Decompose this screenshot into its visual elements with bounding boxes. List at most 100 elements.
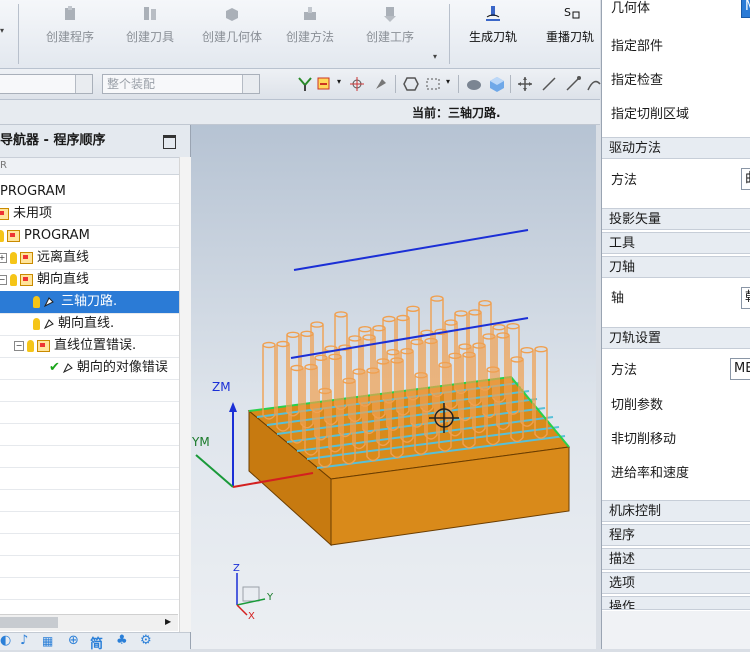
empty-row: [0, 511, 179, 534]
line-icon[interactable]: [540, 75, 558, 93]
specify-part[interactable]: 指定部件: [611, 38, 663, 56]
hexagon-select-icon[interactable]: [402, 75, 420, 93]
line-arrow-icon[interactable]: [564, 75, 582, 93]
section-drive-method[interactable]: 驱动方法: [602, 137, 750, 159]
cut-parameters[interactable]: 切削参数: [611, 397, 663, 415]
folder-icon: [37, 339, 50, 352]
tree-row[interactable]: − 朝向直线: [0, 269, 179, 292]
type-filter-combo[interactable]: [0, 74, 93, 94]
graphics-viewport[interactable]: ZM YM Z Y X: [191, 125, 596, 649]
current-operation-status: 当前：三轴刀路.: [412, 106, 501, 120]
status-bar: 当前：三轴刀路.: [0, 100, 600, 125]
empty-row: [0, 533, 179, 556]
navigator-title-bar: 导航器 - 程序顺序: [0, 125, 190, 158]
empty-row: [0, 445, 179, 468]
tree-row[interactable]: PROGRAM: [0, 181, 179, 204]
replay-toolpath-button[interactable]: S 重播刀轨: [538, 0, 600, 68]
tool-cap: [430, 295, 444, 302]
section-projection-vector[interactable]: 投影矢量: [602, 208, 750, 230]
role-icon[interactable]: ♣: [116, 633, 128, 648]
empty-row: [0, 489, 179, 512]
reuse-icon[interactable]: ♪: [20, 633, 28, 648]
section-tool[interactable]: 工具: [602, 232, 750, 254]
tree-row[interactable]: ✔ 朝向的对像错误: [0, 357, 179, 380]
section-options[interactable]: 选项: [602, 572, 750, 594]
tree-row-label: PROGRAM: [0, 184, 66, 199]
section-description[interactable]: 描述: [602, 548, 750, 570]
drive-method-label: 方法: [611, 173, 638, 188]
section-title: 描述: [609, 552, 636, 567]
create-method-button[interactable]: 创建方法: [274, 0, 346, 68]
tool-cap: [478, 299, 492, 307]
ym-label: YM: [192, 435, 210, 449]
generate-toolpath-button[interactable]: 生成刀轨: [458, 0, 528, 68]
collapse-icon[interactable]: −: [0, 274, 7, 285]
rectangle-select-icon[interactable]: [424, 75, 442, 93]
svg-text:S: S: [564, 6, 571, 19]
non-cutting-moves[interactable]: 非切削移动: [611, 431, 676, 449]
resource-bar: ◐ ♪ ▦ ⊕ 简 ♣ ⚙: [0, 632, 190, 652]
ribbon-dropdown-arrow[interactable]: ▾: [0, 26, 4, 35]
tree-row-label: 朝向的对像错误: [76, 360, 168, 375]
navigator-horizontal-scrollbar[interactable]: ▶: [0, 614, 178, 631]
triad-y-label: Y: [267, 592, 274, 603]
web-icon[interactable]: ⊕: [68, 633, 79, 648]
create-geometry-button[interactable]: 创建几何体: [192, 0, 272, 68]
section-tool-axis[interactable]: 刀轴: [602, 256, 750, 278]
snap-icon[interactable]: [296, 75, 314, 93]
triad-x-label: X: [248, 611, 255, 622]
pick-icon[interactable]: [372, 75, 390, 93]
section-path-settings[interactable]: 刀轨设置: [602, 327, 750, 349]
point-snap-icon[interactable]: [348, 75, 366, 93]
tree-row[interactable]: 未用项: [0, 203, 179, 226]
move-icon[interactable]: [516, 75, 534, 93]
tool-cap: [520, 346, 534, 354]
drive-method-select[interactable]: 曲: [741, 168, 750, 190]
maximize-icon[interactable]: [163, 135, 176, 149]
ym-axis: [195, 454, 234, 488]
template-icon[interactable]: 简: [90, 633, 103, 652]
view-triad: [236, 573, 266, 616]
shaded-icon[interactable]: [465, 75, 483, 93]
cube-view-icon[interactable]: [488, 75, 506, 93]
chevron-down-icon[interactable]: ▾: [337, 77, 341, 86]
assembly-filter-combo[interactable]: 整个装配: [102, 74, 260, 94]
create-geometry-icon: [226, 8, 238, 21]
history-icon[interactable]: ◐: [0, 633, 11, 648]
create-tool-button[interactable]: 创建刀具: [112, 0, 188, 68]
path-method-select[interactable]: ME: [730, 358, 750, 380]
collapse-icon[interactable]: −: [14, 340, 24, 351]
create-operation-button[interactable]: 创建工序: [352, 0, 428, 68]
settings-gear-icon[interactable]: ⚙: [140, 633, 152, 648]
create-program-button[interactable]: 创建程序: [32, 0, 108, 68]
expand-icon[interactable]: +: [0, 252, 7, 263]
section-title: 操作: [609, 600, 636, 610]
operation-dialog-panel: 几何体 MC 指定部件 指定检查 指定切削区域 驱动方法 方法 曲 投影矢量 工…: [601, 0, 750, 649]
tree-row[interactable]: − 直线位置错误.: [0, 335, 179, 358]
section-actions[interactable]: 操作: [602, 596, 750, 610]
specify-cut-area[interactable]: 指定切削区域: [611, 106, 689, 124]
chevron-down-icon[interactable]: ▾: [446, 77, 450, 86]
tree-row-selected[interactable]: 三轴刀路.: [0, 291, 179, 314]
section-machine-control[interactable]: 机床控制: [602, 500, 750, 522]
feeds-and-speeds[interactable]: 进给率和速度: [611, 465, 689, 483]
tree-row-label: 朝向直线.: [58, 316, 115, 331]
empty-row: [0, 577, 179, 600]
scroll-right-icon[interactable]: ▶: [165, 617, 171, 626]
tree-row[interactable]: PROGRAM: [0, 225, 179, 248]
empty-row: [0, 401, 179, 424]
ribbon-more-arrow[interactable]: ▾: [433, 52, 437, 61]
navigator-vertical-scrollbar[interactable]: [179, 157, 191, 632]
scroll-thumb[interactable]: [0, 617, 58, 628]
tree-row[interactable]: 朝向直线.: [0, 313, 179, 336]
keyboard-icon[interactable]: ▦: [42, 634, 53, 648]
assembly-filter-value: 整个装配: [107, 77, 156, 91]
specify-check[interactable]: 指定检查: [611, 72, 663, 90]
section-program[interactable]: 程序: [602, 524, 750, 546]
create-tool-label: 创建刀具: [125, 30, 174, 44]
geometry-select[interactable]: MC: [741, 0, 750, 18]
tree-row[interactable]: + 远离直线: [0, 247, 179, 270]
bulb-icon: [27, 339, 34, 352]
select-feature-icon[interactable]: [315, 75, 333, 93]
axis-select[interactable]: 朝: [741, 287, 750, 309]
